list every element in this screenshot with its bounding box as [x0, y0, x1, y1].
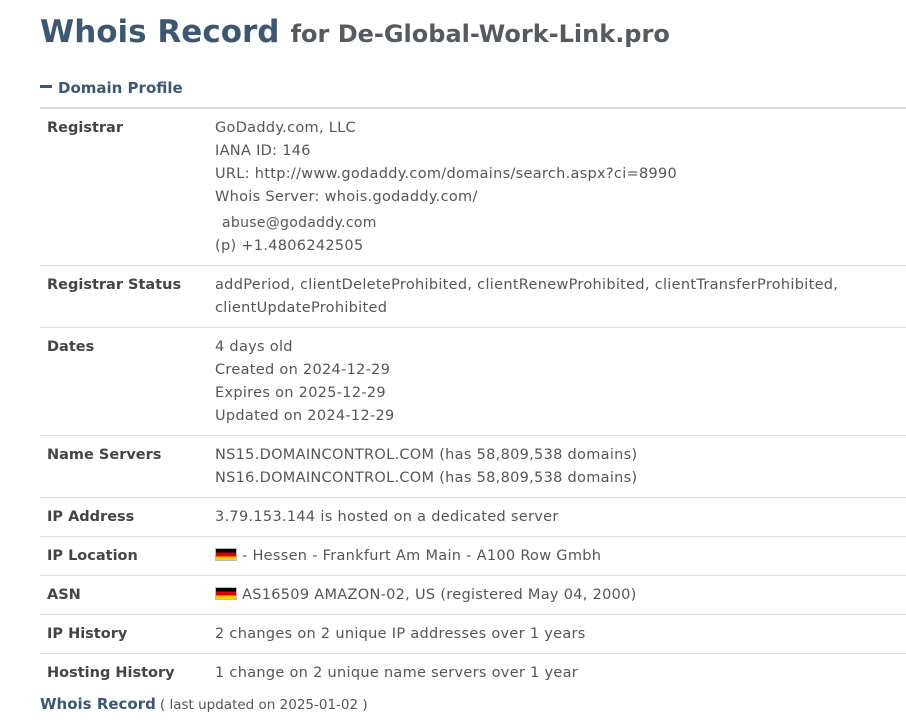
ip-location-label: IP Location: [40, 536, 215, 576]
name-server-2: NS16.DOMAINCONTROL.COM (has 58,809,538 d…: [215, 470, 638, 486]
ip-address-label: IP Address: [40, 497, 215, 537]
registrar-status-value: addPeriod, clientDeleteProhibited, clien…: [215, 265, 906, 328]
updated-date: Updated on 2024-12-29: [215, 408, 395, 424]
registrar-url: URL: http://www.godaddy.com/domains/sear…: [215, 166, 678, 182]
page-title: Whois Record for De-Global-Work-Link.pro: [40, 14, 670, 50]
close-paren: ): [362, 697, 368, 713]
domain-profile-toggle[interactable]: Domain Profile: [40, 79, 183, 97]
minus-icon: [40, 85, 52, 88]
name-servers-label: Name Servers: [40, 435, 215, 498]
ip-location-value: - Hessen - Frankfurt Am Main - A100 Row …: [215, 536, 906, 576]
table-row: Name Servers NS15.DOMAINCONTROL.COM (has…: [40, 435, 906, 498]
dates-label: Dates: [40, 327, 215, 436]
ip-history-label: IP History: [40, 614, 215, 654]
name-servers-value: NS15.DOMAINCONTROL.COM (has 58,809,538 d…: [215, 435, 906, 498]
domain-profile-label: Domain Profile: [58, 79, 183, 97]
whois-table: Registrar GoDaddy.com, LLC IANA ID: 146 …: [40, 107, 906, 692]
registrar-name: GoDaddy.com, LLC: [215, 120, 356, 136]
table-row: Registrar GoDaddy.com, LLC IANA ID: 146 …: [40, 108, 906, 266]
registrar-iana: IANA ID: 146: [215, 143, 311, 159]
germany-flag-icon: [215, 547, 237, 561]
name-server-1: NS15.DOMAINCONTROL.COM (has 58,809,538 d…: [215, 447, 638, 463]
ip-location-text: - Hessen - Frankfurt Am Main - A100 Row …: [242, 548, 602, 564]
registrar-abuse-email: abuse@godaddy.com: [222, 215, 377, 231]
table-row: Dates 4 days old Created on 2024-12-29 E…: [40, 327, 906, 436]
asn-text: AS16509 AMAZON-02, US (registered May 04…: [242, 587, 637, 603]
germany-flag-icon: [215, 586, 237, 600]
hosting-history-label: Hosting History: [47, 665, 175, 681]
asn-label: ASN: [40, 575, 215, 615]
dates-value: 4 days old Created on 2024-12-29 Expires…: [215, 327, 906, 436]
whois-record-heading: Whois Record: [40, 695, 156, 713]
table-row: IP Location - Hessen - Frankfurt Am Main…: [40, 536, 906, 576]
registrar-status-label: Registrar Status: [40, 265, 215, 328]
created-date: Created on 2024-12-29: [215, 362, 391, 378]
phone-number: +1.4806242505: [241, 238, 364, 254]
last-updated: ( last updated on 2025-01-02 ): [160, 697, 368, 713]
ip-address-value: 3.79.153.144 is hosted on a dedicated se…: [215, 497, 906, 537]
domain-age: 4 days old: [215, 339, 293, 355]
last-updated-text: last updated on 2025-01-02: [169, 697, 359, 713]
whois-record-footer: Whois Record( last updated on 2025-01-02…: [40, 695, 368, 713]
registrar-label: Registrar: [40, 108, 215, 266]
hosting-history-value: 1 change on 2 unique name servers over 1…: [215, 665, 579, 681]
expires-date: Expires on 2025-12-29: [215, 385, 386, 401]
whois-page: Whois Record for De-Global-Work-Link.pro…: [0, 0, 906, 725]
table-row: ASN AS16509 AMAZON-02, US (registered Ma…: [40, 575, 906, 615]
registrar-value: GoDaddy.com, LLC IANA ID: 146 URL: http:…: [215, 108, 906, 266]
table-row: IP Address 3.79.153.144 is hosted on a d…: [40, 497, 906, 537]
status-line-2: clientUpdateProhibited: [215, 300, 388, 316]
table-row: Registrar Status addPeriod, clientDelete…: [40, 265, 906, 328]
open-paren: (: [159, 697, 166, 713]
ip-history-value: 2 changes on 2 unique IP addresses over …: [215, 614, 906, 654]
page-title-main: Whois Record: [40, 14, 280, 50]
page-title-domain: for De-Global-Work-Link.pro: [290, 20, 670, 48]
asn-value: AS16509 AMAZON-02, US (registered May 04…: [215, 575, 906, 615]
phone-prefix: (p): [215, 238, 237, 254]
status-line-1: addPeriod, clientDeleteProhibited, clien…: [215, 277, 839, 293]
table-row: Hosting History 1 change on 2 unique nam…: [40, 654, 906, 693]
table-row: IP History 2 changes on 2 unique IP addr…: [40, 614, 906, 654]
registrar-whois-server: Whois Server: whois.godaddy.com/: [215, 189, 478, 205]
registrar-phone: (p) +1.4806242505: [215, 235, 906, 258]
